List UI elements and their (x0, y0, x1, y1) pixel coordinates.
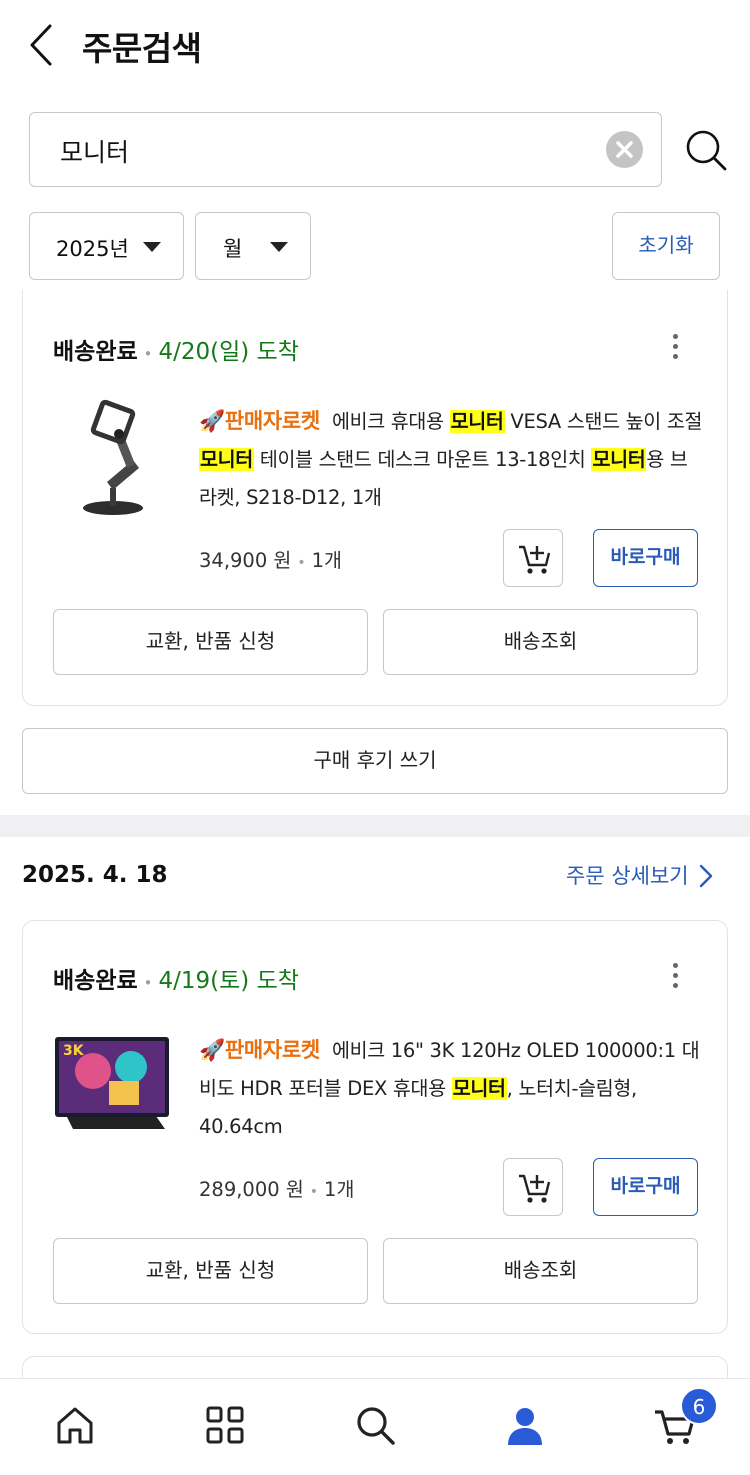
desc-text: 에비크 휴대용 (331, 410, 450, 433)
my-account-icon (508, 1408, 542, 1445)
seller-rocket-badge: 🚀판매자로켓 (199, 1038, 320, 1062)
clear-search-button[interactable] (606, 131, 643, 168)
search-highlight: 모니터 (449, 410, 505, 433)
search-highlight: 모니터 (199, 448, 254, 471)
chevron-left-icon (30, 24, 52, 66)
search-highlight: 모니터 (591, 448, 647, 471)
delivery-tracking-button[interactable]: 배송조회 (383, 1238, 698, 1304)
search-input[interactable]: 모니터 (29, 112, 662, 187)
order-card: 배송완료 • 4/19(토) 도착 3K 🚀판매자로켓 에비크 16" 3K 120H… (22, 920, 728, 1334)
order-card: 배송완료 • 4/20(일) 도착 🚀판매자로켓 에비크 휴대용 모니터 VESA 스… (22, 290, 728, 706)
monitor-stand-image (83, 399, 143, 515)
more-dot-icon (672, 334, 678, 339)
quantity: 1개 (311, 549, 342, 572)
more-dot-icon (672, 354, 678, 359)
more-options-button[interactable] (671, 963, 679, 993)
product-thumbnail[interactable] (53, 390, 173, 520)
cart-plus-icon (519, 545, 551, 574)
write-review-button[interactable]: 구매 후기 쓰기 (22, 728, 728, 794)
arrival-date: 4/20(일) 도착 (158, 339, 299, 365)
separator-dot: • (297, 555, 306, 571)
nav-my-account[interactable] (503, 1403, 547, 1447)
delivery-tracking-button[interactable]: 배송조회 (383, 609, 698, 675)
price: 34,900 원 (199, 549, 292, 572)
nav-category[interactable] (203, 1403, 247, 1447)
buy-now-button[interactable]: 바로구매 (593, 529, 698, 587)
year-select[interactable]: 2025년 (29, 212, 184, 280)
buy-now-button[interactable]: 바로구매 (593, 1158, 698, 1216)
price-line: 34,900 원 • 1개 (199, 544, 342, 573)
svg-text:3K: 3K (63, 1043, 85, 1059)
add-to-cart-button[interactable] (503, 1158, 563, 1216)
bottom-nav: 6 (0, 1378, 750, 1475)
exchange-return-button[interactable]: 교환, 반품 신청 (53, 609, 368, 675)
product-thumbnail[interactable]: 3K (53, 1029, 173, 1159)
search-highlight: 모니터 (451, 1077, 507, 1100)
month-select-value: 월 (223, 237, 243, 261)
year-select-value: 2025년 (56, 237, 129, 261)
back-button[interactable] (22, 22, 62, 68)
product-description[interactable]: 🚀판매자로켓 에비크 휴대용 모니터 VESA 스탠드 높이 조절 모니터 테이블… (199, 402, 704, 517)
chevron-right-icon[interactable] (698, 863, 714, 889)
portable-monitor-image: 3K (55, 1037, 169, 1129)
header: 주문검색 (0, 0, 750, 92)
page-title: 주문검색 (82, 29, 202, 68)
search-button[interactable] (684, 128, 728, 172)
delivery-status: 배송완료 • 4/19(토) 도착 (53, 961, 299, 995)
month-select[interactable]: 월 (195, 212, 311, 280)
desc-text: VESA 스탠드 높이 조절 (504, 410, 703, 433)
home-icon (57, 1407, 93, 1444)
price: 289,000 원 (199, 1178, 304, 1201)
status-label: 배송완료 (53, 339, 138, 365)
separator-dot: • (309, 1184, 319, 1200)
more-dot-icon (672, 963, 678, 968)
seller-rocket-badge: 🚀판매자로켓 (199, 409, 320, 433)
product-description[interactable]: 🚀판매자로켓 에비크 16" 3K 120Hz OLED 100000:1 대비도… (199, 1031, 704, 1146)
price-line: 289,000 원 • 1개 (199, 1173, 354, 1202)
more-dot-icon (672, 973, 678, 978)
caret-down-icon (143, 242, 161, 252)
category-grid-icon (206, 1406, 244, 1444)
delivery-status: 배송완료 • 4/20(일) 도착 (53, 332, 299, 366)
order-detail-link[interactable]: 주문 상세보기 (566, 860, 689, 890)
arrival-date: 4/19(토) 도착 (158, 968, 299, 994)
separator-dot: • (143, 345, 153, 363)
exchange-return-button[interactable]: 교환, 반품 신청 (53, 1238, 368, 1304)
caret-down-icon (270, 242, 288, 252)
clear-x-icon (616, 141, 633, 158)
order-date: 2025. 4. 18 (22, 862, 168, 888)
nav-home[interactable] (53, 1403, 97, 1447)
separator-dot: • (143, 974, 153, 992)
search-icon (357, 1407, 395, 1445)
more-dot-icon (672, 983, 678, 988)
more-options-button[interactable] (671, 334, 679, 364)
cart-plus-icon (519, 1174, 551, 1203)
search-icon (686, 130, 727, 171)
search-input-value: 모니터 (60, 138, 130, 167)
status-label: 배송완료 (53, 968, 138, 994)
reset-button[interactable]: 초기화 (612, 212, 720, 280)
section-divider (0, 815, 750, 837)
cart-count-badge: 6 (680, 1387, 718, 1425)
add-to-cart-button[interactable] (503, 529, 563, 587)
desc-text: 테이블 스탠드 데스크 마운트 13-18인치 (253, 448, 592, 471)
more-dot-icon (672, 344, 678, 349)
quantity: 1개 (324, 1178, 355, 1201)
nav-search[interactable] (353, 1403, 397, 1447)
